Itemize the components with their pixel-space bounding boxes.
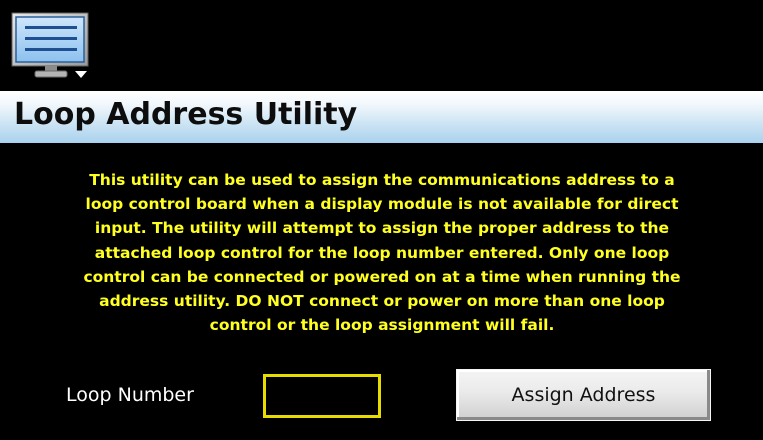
title-bar: Loop Address Utility <box>0 91 763 143</box>
menu-button[interactable] <box>11 12 91 80</box>
assign-address-button[interactable]: Assign Address <box>456 369 711 421</box>
loop-number-label: Loop Number <box>66 384 194 406</box>
loop-number-input[interactable] <box>263 374 381 418</box>
top-bar <box>0 0 763 85</box>
monitor-menu-icon <box>11 12 89 78</box>
utility-description: This utility can be used to assign the c… <box>83 171 681 335</box>
assign-address-button-label: Assign Address <box>511 384 656 406</box>
page-title: Loop Address Utility <box>14 97 358 132</box>
